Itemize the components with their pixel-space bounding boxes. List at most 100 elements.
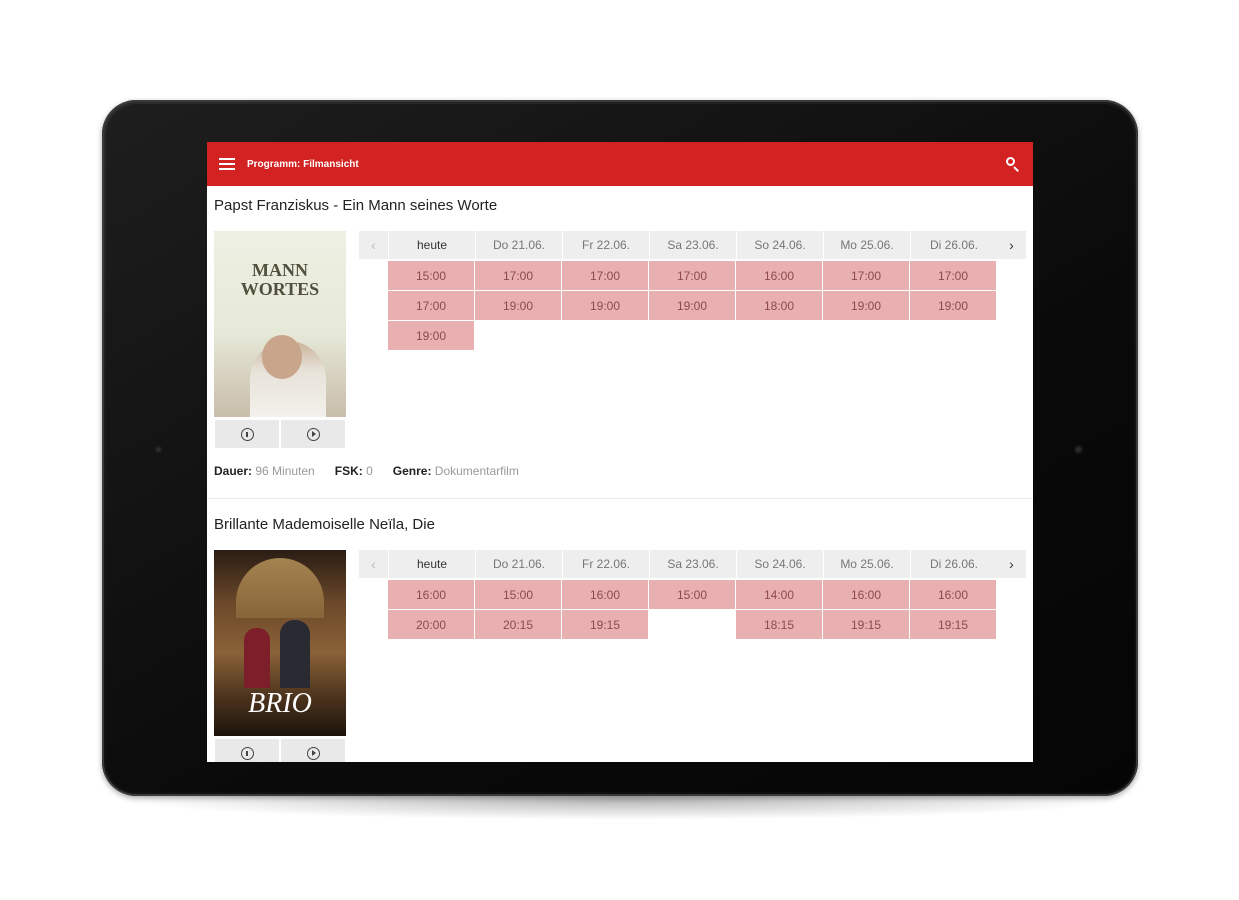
showtime-column: 17:00 19:00 — [823, 261, 910, 351]
info-icon — [240, 427, 254, 441]
showtime-column: 16:00 18:00 — [736, 261, 823, 351]
app-bar-title: Programm: Filmansicht — [247, 158, 359, 170]
showtime-button[interactable]: 15:00 — [388, 261, 474, 290]
showtime-button[interactable]: 17:00 — [475, 261, 561, 290]
showtime-button[interactable]: 14:00 — [736, 580, 822, 609]
showtimes: 15:00 17:00 19:00 17:00 19:00 17:00 19:0… — [388, 261, 1027, 351]
showtime-column: 15:00 17:00 19:00 — [388, 261, 475, 351]
next-days-button[interactable]: › — [997, 231, 1026, 259]
showtime-button[interactable]: 18:15 — [736, 610, 822, 639]
showtime-column: 16:00 19:15 — [562, 580, 649, 640]
poster-title: MANN WORTES — [240, 260, 320, 299]
trailer-button[interactable] — [280, 738, 346, 762]
showtime-button[interactable]: 20:00 — [388, 610, 474, 639]
duration-meta: Dauer: 96 Minuten — [214, 464, 315, 478]
showtime-button[interactable]: 15:00 — [649, 580, 735, 609]
showtime-button[interactable]: 16:00 — [736, 261, 822, 290]
fsk-label: FSK: — [334, 464, 363, 478]
day-tab[interactable]: Sa 23.06. — [649, 550, 736, 578]
showtime-button[interactable]: 16:00 — [562, 580, 648, 609]
showtime-button[interactable]: 19:00 — [562, 291, 648, 320]
duration-value: 96 Minuten — [255, 464, 315, 478]
genre-label: Genre: — [392, 464, 432, 478]
prev-days-button[interactable]: ‹ — [359, 231, 388, 259]
duration-label: Dauer: — [214, 464, 253, 478]
showtime-button[interactable]: 19:15 — [823, 610, 909, 639]
showtime-button[interactable]: 17:00 — [910, 261, 996, 290]
showtime-column: 17:00 19:00 — [910, 261, 997, 351]
showtime-column: 16:00 19:15 — [823, 580, 910, 640]
day-tab[interactable]: Fr 22.06. — [562, 550, 649, 578]
day-tab[interactable]: Do 21.06. — [475, 550, 562, 578]
info-icon — [240, 746, 254, 760]
showtime-button[interactable]: 16:00 — [388, 580, 474, 609]
poster-dome — [236, 558, 324, 618]
day-tab[interactable]: Mo 25.06. — [823, 231, 910, 259]
genre-meta: Genre: Dokumentarfilm — [393, 464, 519, 478]
showtime-button[interactable]: 19:00 — [910, 291, 996, 320]
day-header-row: ‹ heute Do 21.06. Fr 22.06. Sa 23.06. So… — [359, 231, 1027, 259]
showtime-button[interactable]: 18:00 — [736, 291, 822, 320]
schedule-grid: ‹ heute Do 21.06. Fr 22.06. Sa 23.06. So… — [359, 231, 1027, 351]
showtime-button[interactable]: 20:15 — [475, 610, 561, 639]
day-tab[interactable]: Di 26.06. — [910, 231, 997, 259]
showtime-button[interactable]: 17:00 — [823, 261, 909, 290]
showtimes: 16:00 20:00 15:00 20:15 16:00 19:15 15:0… — [388, 580, 1027, 640]
day-tab[interactable]: So 24.06. — [736, 550, 823, 578]
movie-divider — [207, 498, 1033, 499]
app-bar: Programm: Filmansicht — [207, 142, 1033, 186]
day-header-row: ‹ heute Do 21.06. Fr 22.06. Sa 23.06. So… — [359, 550, 1027, 578]
info-button[interactable] — [214, 419, 280, 449]
fsk-value: 0 — [366, 464, 373, 478]
showtime-button[interactable]: 15:00 — [475, 580, 561, 609]
day-tab[interactable]: Fr 22.06. — [562, 231, 649, 259]
poster-figure — [244, 628, 270, 688]
showtime-button[interactable]: 16:00 — [910, 580, 996, 609]
showtime-column: 14:00 18:15 — [736, 580, 823, 640]
showtime-column: 17:00 19:00 — [649, 261, 736, 351]
schedule-grid: ‹ heute Do 21.06. Fr 22.06. Sa 23.06. So… — [359, 550, 1027, 640]
menu-icon[interactable] — [219, 158, 235, 170]
poster-actions — [214, 419, 346, 449]
genre-value: Dokumentarfilm — [434, 464, 519, 478]
fsk-meta: FSK: 0 — [335, 464, 373, 478]
showtime-button[interactable]: 19:15 — [910, 610, 996, 639]
day-tab[interactable]: Mo 25.06. — [823, 550, 910, 578]
next-days-button[interactable]: › — [997, 550, 1026, 578]
showtime-column: 16:00 20:00 — [388, 580, 475, 640]
showtime-button[interactable]: 19:00 — [823, 291, 909, 320]
showtime-button[interactable]: 19:15 — [562, 610, 648, 639]
info-button[interactable] — [214, 738, 280, 762]
movie-title: Brillante Mademoiselle Neïla, Die — [214, 516, 435, 533]
showtime-button[interactable]: 17:00 — [562, 261, 648, 290]
movie-meta: Dauer: 96 Minuten FSK: 0 Genre: Dokument… — [214, 464, 519, 478]
day-tab[interactable]: heute — [388, 231, 475, 259]
trailer-button[interactable] — [280, 419, 346, 449]
showtime-button[interactable]: 19:00 — [649, 291, 735, 320]
showtime-column: 17:00 19:00 — [562, 261, 649, 351]
day-tab[interactable]: So 24.06. — [736, 231, 823, 259]
day-tab[interactable]: Sa 23.06. — [649, 231, 736, 259]
day-tab[interactable]: heute — [388, 550, 475, 578]
day-tab[interactable]: Di 26.06. — [910, 550, 997, 578]
prev-days-button[interactable]: ‹ — [359, 550, 388, 578]
movie-poster[interactable]: BRIO — [214, 550, 346, 736]
movie-poster[interactable]: MANN WORTES — [214, 231, 346, 417]
showtime-button[interactable]: 16:00 — [823, 580, 909, 609]
showtime-column: 17:00 19:00 — [475, 261, 562, 351]
showtime-button[interactable]: 17:00 — [649, 261, 735, 290]
search-icon[interactable] — [1005, 156, 1021, 172]
showtime-button[interactable]: 19:00 — [388, 321, 474, 350]
showtime-button[interactable]: 17:00 — [388, 291, 474, 320]
poster-title: BRIO — [248, 688, 312, 719]
showtime-column: 15:00 — [649, 580, 736, 640]
camera-dot-right — [1074, 445, 1083, 454]
showtime-column: 16:00 19:15 — [910, 580, 997, 640]
day-tab[interactable]: Do 21.06. — [475, 231, 562, 259]
camera-dot-left — [154, 445, 163, 454]
movie-title: Papst Franziskus - Ein Mann seines Worte — [214, 197, 498, 214]
poster-head — [262, 335, 302, 379]
app-screen: Programm: Filmansicht Papst Franziskus -… — [207, 142, 1033, 762]
showtime-button[interactable]: 19:00 — [475, 291, 561, 320]
poster-figure — [280, 620, 310, 688]
